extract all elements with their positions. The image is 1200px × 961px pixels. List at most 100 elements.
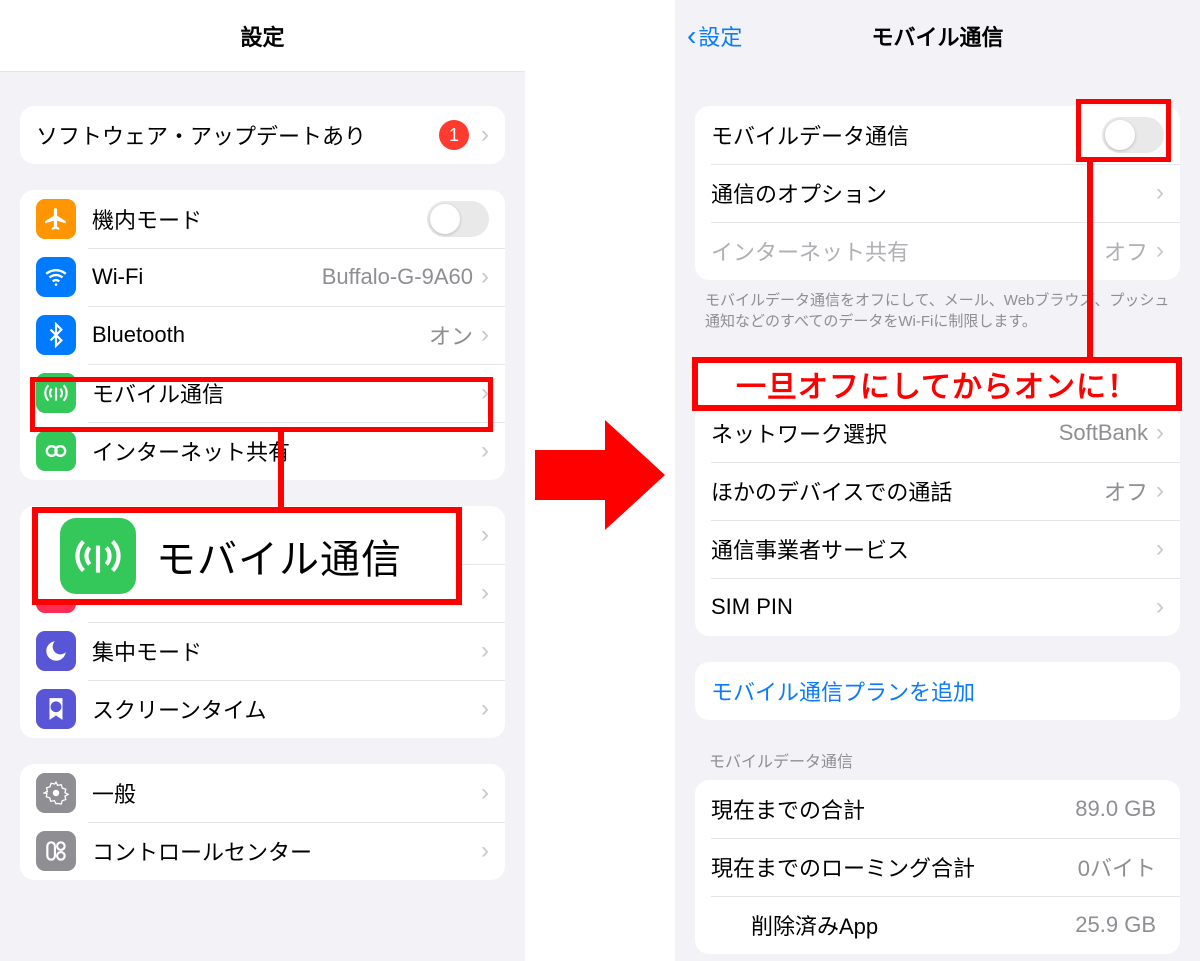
current-period-row[interactable]: 現在までの合計 89.0 GB: [695, 780, 1180, 838]
update-badge: 1: [439, 120, 469, 150]
screentime-icon: [36, 689, 76, 729]
hotspot-icon: [36, 431, 76, 471]
carrier-services-row[interactable]: 通信事業者サービス ›: [695, 520, 1180, 578]
row-label: 現在までの合計: [711, 793, 1075, 825]
chevron-icon: ›: [481, 379, 489, 407]
cellular-icon: [36, 373, 76, 413]
gear-icon: [36, 773, 76, 813]
row-label: 集中モード: [92, 635, 481, 667]
airplane-mode-row[interactable]: 機内モード: [20, 190, 505, 248]
focus-icon: [36, 631, 76, 671]
chevron-icon: ›: [1156, 179, 1164, 207]
settings-screen: 設定 ソフトウェア・アップデートあり 1 › 機内モード Wi-Fi: [0, 0, 525, 961]
chevron-icon: ›: [481, 837, 489, 865]
chevron-icon: ›: [481, 321, 489, 349]
chevron-icon: ›: [481, 779, 489, 807]
chevron-icon: ›: [1156, 237, 1164, 265]
software-update-group: ソフトウェア・アップデートあり 1 ›: [20, 106, 505, 164]
arrow-right-icon: [535, 420, 665, 530]
deleted-apps-row[interactable]: 削除済みApp 25.9 GB: [695, 896, 1180, 954]
general-row[interactable]: 一般 ›: [20, 764, 505, 822]
data-options-row[interactable]: 通信のオプション ›: [695, 164, 1180, 222]
row-label: ソフトウェア・アップデートあり: [36, 119, 439, 151]
wifi-icon: [36, 257, 76, 297]
row-value: オフ: [1104, 235, 1148, 267]
chevron-icon: ›: [481, 521, 489, 549]
row-label: モバイル通信プランを追加: [711, 675, 1164, 707]
row-label: 機内モード: [92, 203, 427, 235]
mobile-data-toggle[interactable]: [1102, 117, 1164, 153]
chevron-icon: ›: [1156, 419, 1164, 447]
row-label: ほかのデバイスでの通話: [711, 475, 1104, 507]
section-header: モバイルデータ通信: [675, 720, 1200, 780]
row-label: インターネット共有: [711, 235, 1104, 267]
row-value: オン: [429, 319, 473, 351]
group-footer: モバイルデータ通信をオフにして、メール、Webブラウズ、プッシュ通知などのすべて…: [675, 280, 1200, 332]
row-label: 削除済みApp: [711, 909, 1075, 941]
arrow-gap: [525, 0, 675, 961]
row-label: 通信事業者サービス: [711, 533, 1156, 565]
chevron-icon: ›: [481, 263, 489, 291]
row-label: 現在までのローミング合計: [711, 851, 1078, 883]
chevron-icon: ›: [1156, 477, 1164, 505]
personal-hotspot-row-2: インターネット共有 オフ ›: [695, 222, 1180, 280]
mobile-data-row[interactable]: モバイルデータ通信: [695, 106, 1180, 164]
software-update-row[interactable]: ソフトウェア・アップデートあり 1 ›: [20, 106, 505, 164]
callout-cellular: モバイル通信: [32, 507, 462, 605]
nav-bar: 設定: [0, 0, 525, 72]
focus-row[interactable]: 集中モード ›: [20, 622, 505, 680]
cellular-icon-large: [60, 518, 136, 594]
personal-hotspot-row[interactable]: インターネット共有 ›: [20, 422, 505, 480]
row-value: 25.9 GB: [1075, 912, 1156, 938]
row-label: インターネット共有: [92, 435, 481, 467]
network-group: ネットワーク選択 SoftBank › ほかのデバイスでの通話 オフ › 通信事…: [695, 404, 1180, 636]
general-group: 一般 › コントロールセンター ›: [20, 764, 505, 880]
row-value: オフ: [1104, 475, 1148, 507]
row-label: スクリーンタイム: [92, 693, 481, 725]
chevron-icon: ›: [481, 579, 489, 607]
chevron-icon: ›: [481, 437, 489, 465]
chevron-icon: ›: [481, 695, 489, 723]
callout-label: モバイル通信: [156, 527, 402, 585]
row-value: SoftBank: [1059, 420, 1148, 446]
row-label: Bluetooth: [92, 322, 429, 348]
row-label: 一般: [92, 777, 481, 809]
control-center-icon: [36, 831, 76, 871]
roaming-period-row[interactable]: 現在までのローミング合計 0バイト: [695, 838, 1180, 896]
row-label: モバイルデータ通信: [711, 119, 1102, 151]
callout-text-label: 一旦オフにしてからオンに！: [736, 362, 1138, 406]
chevron-left-icon: ‹: [687, 20, 696, 52]
chevron-icon: ›: [1156, 593, 1164, 621]
network-selection-row[interactable]: ネットワーク選択 SoftBank ›: [695, 404, 1180, 462]
airplane-icon: [36, 199, 76, 239]
page-title: モバイル通信: [871, 20, 1003, 52]
add-plan-group: モバイル通信プランを追加: [695, 662, 1180, 720]
row-value: 89.0 GB: [1075, 796, 1156, 822]
row-label: ネットワーク選択: [711, 417, 1059, 449]
chevron-icon: ›: [1156, 535, 1164, 563]
row-value: Buffalo-G-9A60: [322, 264, 473, 290]
cellular-row[interactable]: モバイル通信 ›: [20, 364, 505, 422]
annotation-line-2: [1087, 162, 1093, 357]
connectivity-group: 機内モード Wi-Fi Buffalo-G-9A60 › Bluetooth オ…: [20, 190, 505, 480]
chevron-icon: ›: [481, 121, 489, 149]
bluetooth-row[interactable]: Bluetooth オン ›: [20, 306, 505, 364]
back-label: 設定: [698, 20, 742, 52]
back-button[interactable]: ‹ 設定: [687, 0, 742, 72]
nav-bar: ‹ 設定 モバイル通信: [675, 0, 1200, 72]
sim-pin-row[interactable]: SIM PIN ›: [695, 578, 1180, 636]
airplane-toggle[interactable]: [427, 201, 489, 237]
calls-on-other-devices-row[interactable]: ほかのデバイスでの通話 オフ ›: [695, 462, 1180, 520]
row-label: SIM PIN: [711, 594, 1156, 620]
control-center-row[interactable]: コントロールセンター ›: [20, 822, 505, 880]
callout-instruction: 一旦オフにしてからオンに！: [692, 357, 1182, 411]
row-label: コントロールセンター: [92, 835, 481, 867]
chevron-icon: ›: [481, 637, 489, 665]
usage-group: 現在までの合計 89.0 GB 現在までのローミング合計 0バイト 削除済みAp…: [695, 780, 1180, 954]
row-label: Wi-Fi: [92, 264, 322, 290]
row-label: モバイル通信: [92, 377, 481, 409]
wifi-row[interactable]: Wi-Fi Buffalo-G-9A60 ›: [20, 248, 505, 306]
screentime-row[interactable]: スクリーンタイム ›: [20, 680, 505, 738]
row-value: 0バイト: [1078, 851, 1156, 883]
add-cellular-plan-row[interactable]: モバイル通信プランを追加: [695, 662, 1180, 720]
